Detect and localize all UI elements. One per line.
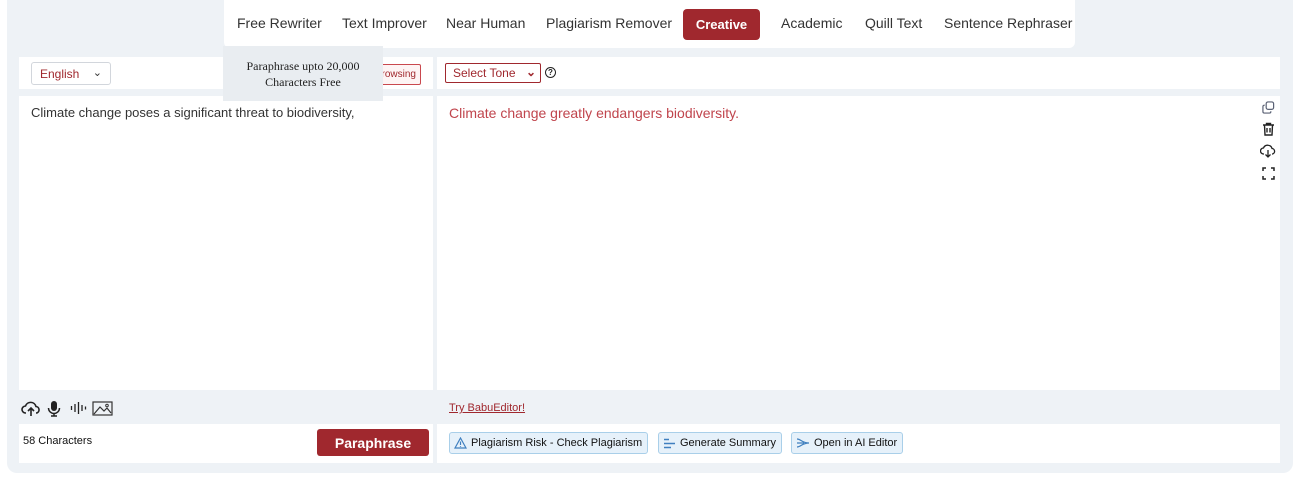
open-ai-editor-button[interactable]: Open in AI Editor (791, 432, 904, 454)
tone-select[interactable]: Select Tone ⌄ (445, 63, 541, 83)
character-limit-tooltip: Paraphrase upto 20,000 Characters Free (223, 46, 383, 101)
tooltip-line-2: Characters Free (265, 75, 341, 89)
input-area[interactable] (19, 96, 433, 390)
tab-free-rewriter[interactable]: Free Rewriter (237, 15, 322, 31)
output-toolbar (437, 57, 1280, 89)
chevron-down-icon: ⌄ (92, 67, 102, 79)
tab-quill-text[interactable]: Quill Text (865, 15, 922, 31)
tab-near-human[interactable]: Near Human (446, 15, 525, 31)
editor-icon (796, 438, 810, 448)
generate-summary-button[interactable]: Generate Summary (658, 432, 782, 454)
tab-text-improver[interactable]: Text Improver (342, 15, 427, 31)
check-plagiarism-button[interactable]: Plagiarism Risk - Check Plagiarism (449, 432, 649, 454)
copy-icon[interactable] (1260, 99, 1276, 115)
help-icon[interactable]: ? (545, 67, 556, 78)
chevron-down-icon: ⌄ (525, 65, 536, 79)
tone-select-value: Select Tone (453, 66, 516, 80)
browsing-badge-label: rowsing (381, 69, 416, 80)
upload-cloud-icon[interactable] (21, 399, 41, 417)
download-icon[interactable] (1260, 143, 1276, 159)
mode-tabs: Free Rewriter Text Improver Near Human P… (224, 0, 1075, 48)
warning-icon (454, 437, 467, 449)
tab-sentence-rephraser[interactable]: Sentence Rephraser (944, 15, 1072, 31)
trash-icon[interactable] (1260, 121, 1276, 137)
check-plagiarism-label: Plagiarism Risk - Check Plagiarism (471, 437, 643, 449)
tab-plagiarism-remover[interactable]: Plagiarism Remover (546, 15, 672, 31)
microphone-icon[interactable] (47, 399, 61, 417)
tooltip-line-1: Paraphrase upto 20,000 (246, 59, 360, 73)
character-count: 58 Characters (23, 435, 93, 447)
output-text: Climate change greatly endangers biodive… (449, 105, 740, 121)
language-select[interactable]: English ⌄ (31, 62, 111, 85)
output-area (437, 96, 1280, 390)
summary-icon (664, 438, 675, 448)
image-icon[interactable] (92, 399, 113, 417)
tab-academic[interactable]: Academic (781, 15, 842, 31)
language-value: English (40, 66, 80, 81)
paraphrase-button[interactable]: Paraphrase (317, 429, 429, 456)
input-text[interactable]: Climate change poses a significant threa… (31, 105, 354, 120)
fullscreen-icon[interactable] (1260, 165, 1276, 181)
audio-wave-icon[interactable] (70, 399, 87, 417)
tab-creative[interactable]: Creative (683, 9, 760, 40)
try-babueditor-link[interactable]: Try BabuEditor! (449, 402, 525, 414)
generate-summary-label: Generate Summary (680, 437, 776, 449)
open-ai-editor-label: Open in AI Editor (814, 437, 898, 449)
